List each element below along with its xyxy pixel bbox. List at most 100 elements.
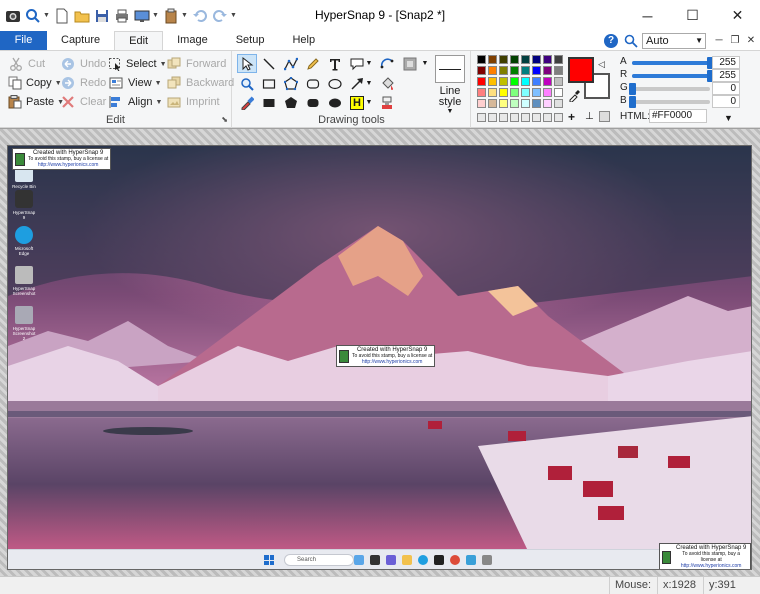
palette-swatch[interactable] — [510, 55, 519, 64]
clear-button[interactable]: Clear — [60, 93, 108, 111]
ellipse-tool[interactable] — [325, 74, 345, 93]
palette-swatch[interactable] — [521, 88, 530, 97]
close-button[interactable]: ✕ — [715, 0, 760, 31]
arrow-dropdown-icon[interactable]: ▼ — [365, 74, 373, 93]
callout-dropdown-icon[interactable]: ▼ — [365, 54, 373, 73]
tab-edit[interactable]: Edit — [114, 31, 164, 50]
palette-swatch[interactable] — [554, 55, 563, 64]
palette-swatch[interactable] — [532, 99, 541, 108]
pin-icon[interactable]: ⊥ — [585, 111, 594, 123]
palette-swatch[interactable] — [499, 66, 508, 75]
pencil-tool[interactable] — [303, 54, 323, 73]
save-icon[interactable] — [94, 8, 110, 24]
customize-toolbar-icon[interactable]: ▼ — [230, 12, 237, 19]
rounded-rectangle-tool[interactable] — [303, 74, 323, 93]
palette-swatch[interactable] — [499, 88, 508, 97]
ribbon-restore-button[interactable]: ❐ — [728, 34, 742, 48]
channel-slider-g[interactable] — [632, 87, 710, 91]
palette-swatch[interactable] — [510, 88, 519, 97]
backward-button[interactable]: Backward — [166, 74, 234, 92]
rectangle-tool[interactable] — [259, 74, 279, 93]
palette-swatch[interactable] — [510, 77, 519, 86]
palette-swatch[interactable] — [477, 88, 486, 97]
text-tool[interactable] — [325, 54, 345, 73]
redo-button[interactable]: Redo — [60, 74, 108, 92]
palette-swatch[interactable] — [477, 66, 486, 75]
palette-option-icon[interactable] — [554, 113, 563, 122]
palette-swatch[interactable] — [521, 66, 530, 75]
palette-swatch[interactable] — [521, 77, 530, 86]
eyedropper-icon[interactable] — [568, 88, 580, 105]
palette-swatch[interactable] — [543, 55, 552, 64]
minimize-button[interactable]: ─ — [625, 0, 670, 31]
palette-option-icon[interactable] — [499, 113, 508, 122]
palette-option-icon[interactable] — [543, 113, 552, 122]
filled-ellipse-tool[interactable] — [325, 93, 345, 112]
palette-swatch[interactable] — [499, 55, 508, 64]
palette-swatch[interactable] — [543, 66, 552, 75]
tab-image[interactable]: Image — [163, 31, 222, 50]
palette-swatch[interactable] — [554, 99, 563, 108]
align-button[interactable]: Align ▼ — [108, 93, 166, 111]
channel-slider-thumb[interactable] — [629, 83, 636, 95]
palette-swatch[interactable] — [543, 88, 552, 97]
stamp-tool[interactable] — [377, 93, 397, 112]
channel-value-b[interactable]: 0 — [712, 95, 740, 108]
chevron-down-icon[interactable]: ▼ — [152, 12, 159, 19]
line-style-button[interactable]: Line style ▼ — [433, 55, 467, 115]
palette-swatch[interactable] — [510, 66, 519, 75]
undo-icon[interactable] — [192, 8, 208, 24]
palette-swatch[interactable] — [543, 77, 552, 86]
capture-magnifier-icon[interactable] — [25, 8, 41, 24]
filled-polygon-tool[interactable] — [281, 93, 301, 112]
palette-settings-icon[interactable] — [599, 111, 610, 122]
palette-swatch[interactable] — [488, 66, 497, 75]
view-button[interactable]: View ▼ — [108, 74, 166, 92]
palette-option-icon[interactable] — [532, 113, 541, 122]
filled-rounded-rectangle-tool[interactable] — [303, 93, 323, 112]
fill-style-dropdown-icon[interactable]: ▼ — [421, 54, 429, 73]
palette-swatch[interactable] — [488, 99, 497, 108]
palette-swatch[interactable] — [532, 55, 541, 64]
zoom-tool[interactable] — [237, 74, 257, 93]
highlight-dropdown-icon[interactable]: ▼ — [365, 93, 373, 112]
redo-icon[interactable] — [212, 8, 228, 24]
polyline-tool[interactable] — [281, 54, 301, 73]
palette-swatch[interactable] — [521, 55, 530, 64]
palette-swatch[interactable] — [554, 66, 563, 75]
search-icon[interactable] — [624, 34, 638, 48]
tab-help[interactable]: Help — [278, 31, 329, 50]
chevron-down-icon[interactable]: ▼ — [181, 12, 188, 19]
imprint-button[interactable]: Imprint — [166, 93, 220, 111]
expand-ribbon-icon[interactable]: ▼ — [724, 113, 733, 123]
clipboard-icon[interactable] — [163, 8, 179, 24]
color-picker-tool[interactable] — [237, 93, 257, 112]
pointer-tool[interactable] — [237, 54, 257, 73]
cut-button[interactable]: Cut — [8, 55, 60, 73]
html-color-field[interactable]: #FF0000 — [649, 109, 707, 123]
select-button[interactable]: Select ▼ — [108, 55, 167, 73]
help-icon[interactable]: ? — [604, 33, 618, 48]
palette-option-icon[interactable] — [477, 113, 486, 122]
palette-swatch[interactable] — [510, 99, 519, 108]
new-document-icon[interactable] — [54, 8, 70, 24]
chevron-down-icon[interactable]: ▼ — [43, 12, 50, 19]
palette-swatch[interactable] — [532, 66, 541, 75]
palette-option-icon[interactable] — [510, 113, 519, 122]
callout-tool[interactable] — [347, 54, 367, 73]
palette-swatch[interactable] — [477, 55, 486, 64]
palette-option-icon[interactable] — [521, 113, 530, 122]
line-tool[interactable] — [259, 54, 279, 73]
tab-setup[interactable]: Setup — [222, 31, 279, 50]
image-workspace[interactable]: Recycle Bin HyperSnap 9 Microsoft Edge H… — [0, 128, 760, 576]
arrow-tool[interactable] — [347, 74, 367, 93]
copy-button[interactable]: Copy ▼ — [8, 74, 62, 92]
palette-swatch[interactable] — [543, 99, 552, 108]
channel-slider-b[interactable] — [632, 100, 710, 104]
polygon-tool[interactable] — [281, 74, 301, 93]
palette-swatch[interactable] — [477, 77, 486, 86]
tab-file[interactable]: File — [0, 31, 47, 50]
monitor-icon[interactable] — [134, 8, 150, 24]
dialog-launcher-icon[interactable]: ⬊ — [221, 115, 228, 124]
highlight-tool[interactable]: H — [347, 93, 367, 112]
